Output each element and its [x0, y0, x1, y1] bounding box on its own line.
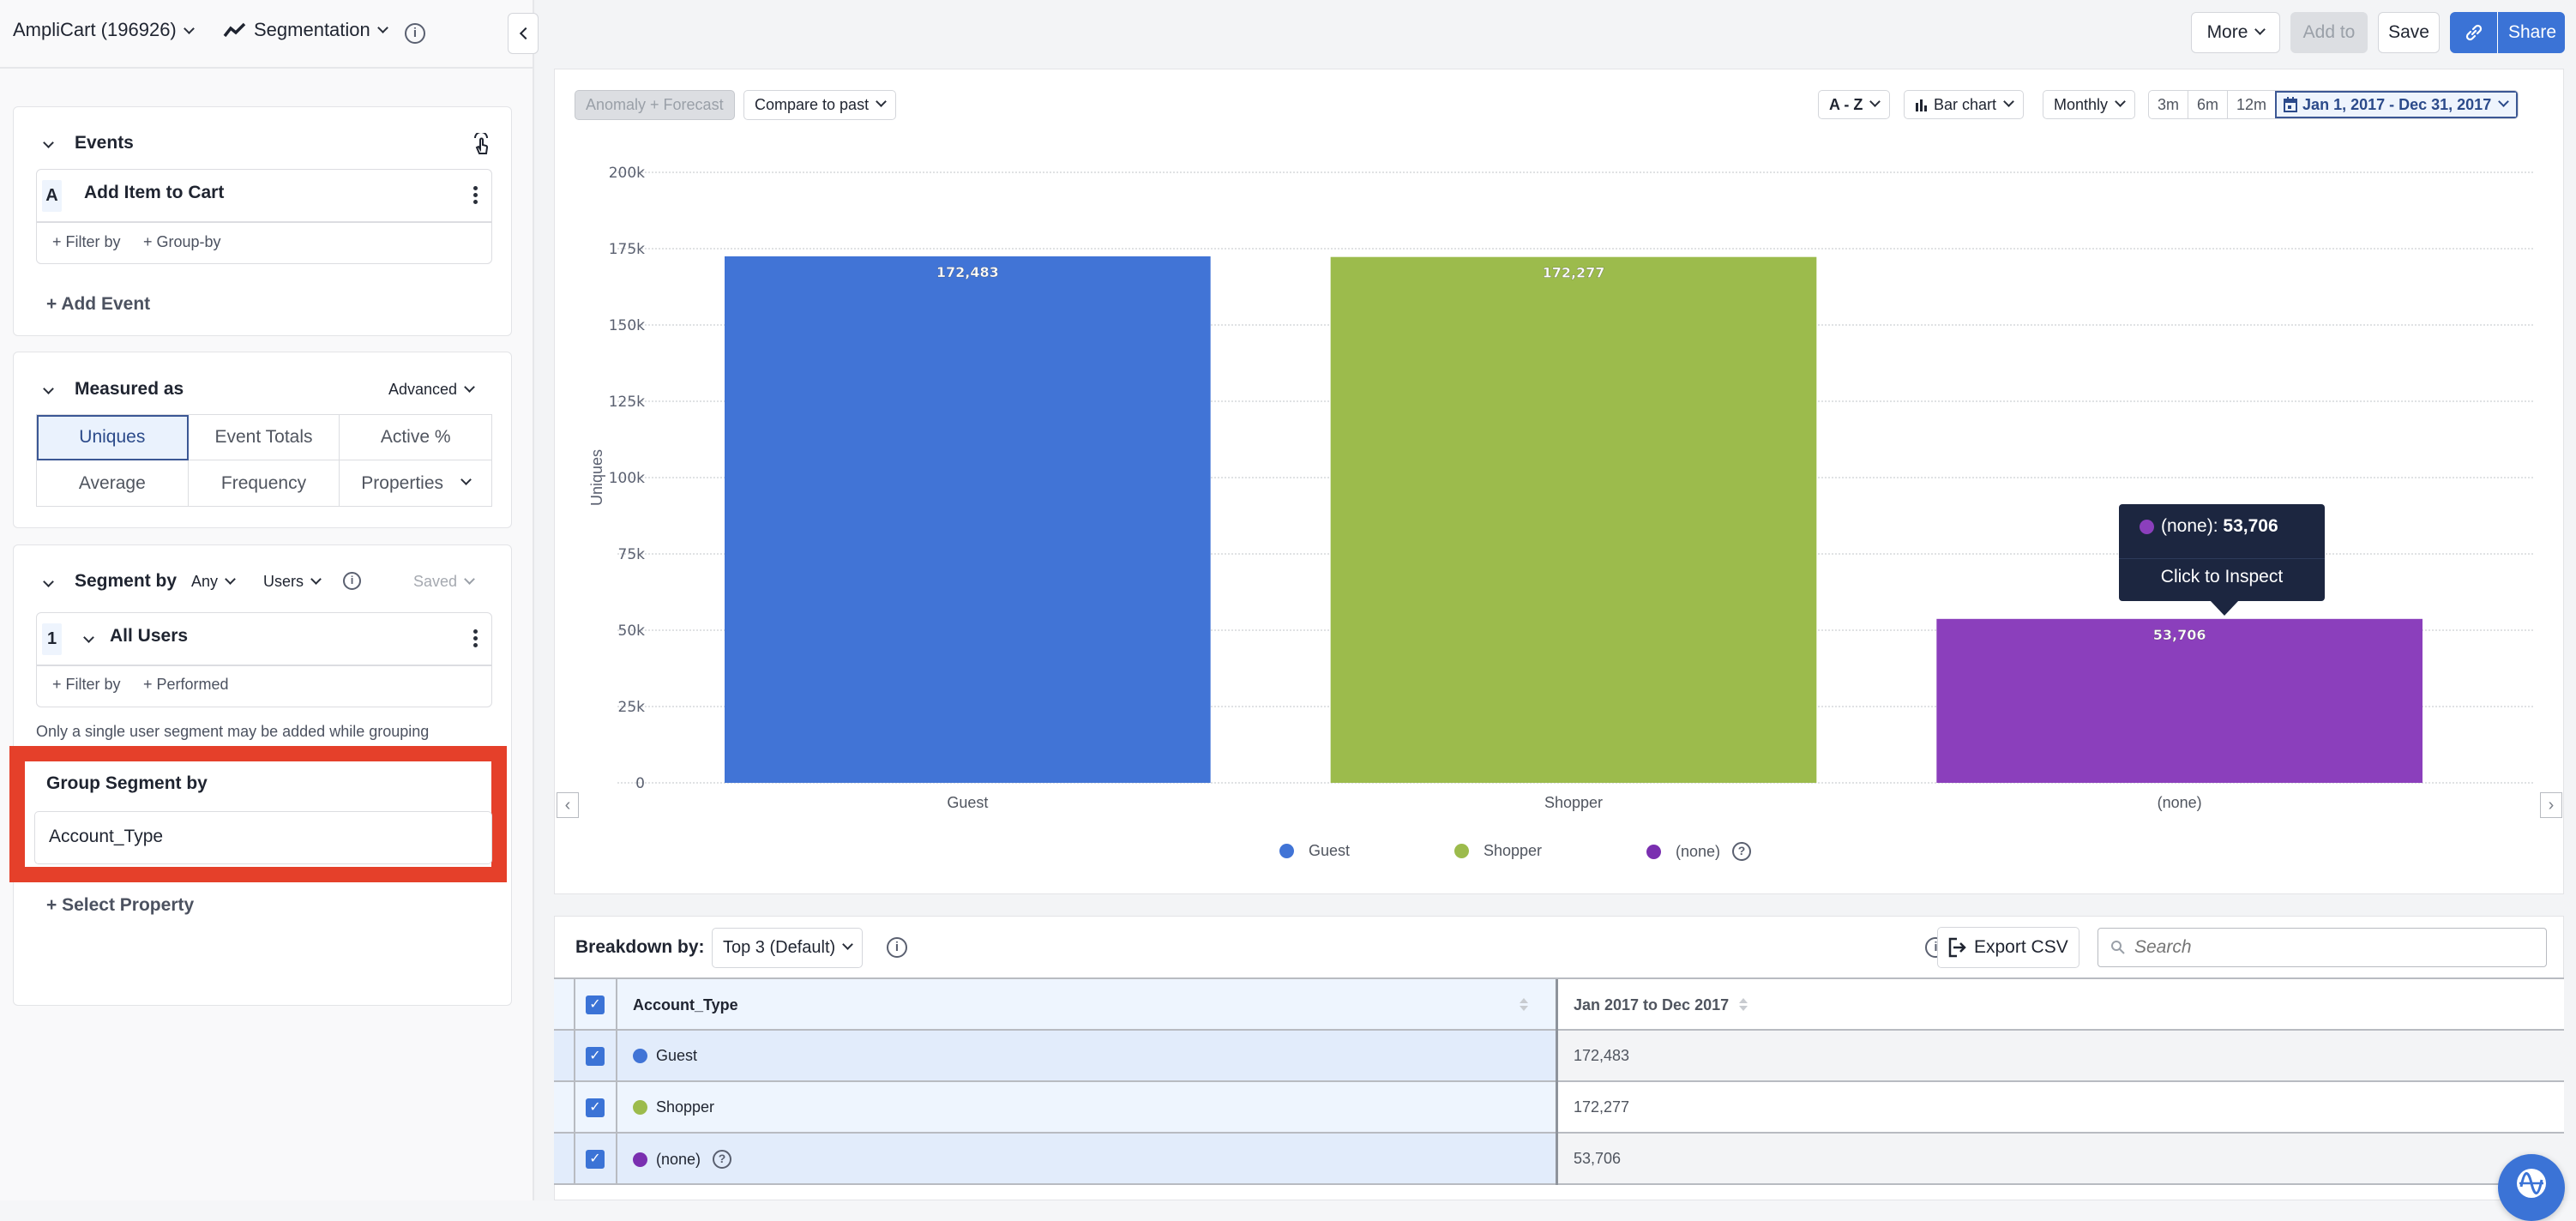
row-name: Shopper	[656, 1098, 715, 1116]
y-axis-label: Uniques	[588, 449, 605, 506]
bar-guest	[725, 256, 1211, 783]
row-color-dot	[633, 1100, 647, 1115]
y-tick-label: 200k	[609, 165, 645, 182]
amplitude-assistant-button[interactable]	[2498, 1154, 2565, 1221]
legend-dot	[1279, 844, 1294, 858]
sort-icon[interactable]	[1520, 998, 1528, 1011]
legend-item-none[interactable]: (none)?	[1646, 842, 1752, 861]
tooltip-color-dot	[2140, 519, 2154, 534]
amplitude-logo-icon	[2517, 1169, 2546, 1198]
export-icon	[1948, 937, 1966, 958]
chart-tooltip[interactable]: (none): 53,706 Click to Inspect	[2119, 504, 2325, 616]
help-icon[interactable]: ?	[713, 1150, 732, 1169]
y-tick-label: 175k	[609, 241, 645, 258]
row-checkbox[interactable]: ✓	[586, 1098, 605, 1117]
export-label: Export CSV	[1974, 937, 2068, 957]
bar-shopper	[1330, 256, 1817, 784]
table-row[interactable]: ✓ (none)? 53,706	[554, 1134, 2564, 1185]
tooltip-label: (none):	[2161, 516, 2218, 536]
y-tick-label: 150k	[609, 317, 645, 334]
y-tick-label: 125k	[609, 394, 645, 411]
bar-value-label: 172,483	[936, 264, 999, 280]
row-value: 172,277	[1574, 1098, 1630, 1116]
y-tick-label: 25k	[618, 699, 646, 716]
row-value: 53,706	[1574, 1150, 1622, 1167]
legend-dot	[1646, 844, 1661, 859]
row-color-dot	[633, 1152, 647, 1167]
table-row[interactable]: ✓ Guest 172,483	[554, 1031, 2564, 1082]
x-tick-label: Shopper	[1544, 794, 1603, 811]
y-tick-label: 50k	[618, 623, 646, 640]
search-icon	[2111, 941, 2125, 954]
tooltip-value: 53,706	[2223, 516, 2278, 536]
help-icon[interactable]: ?	[1732, 842, 1752, 861]
legend-label: (none)	[1676, 842, 1721, 860]
breakdown-label: Breakdown by:	[575, 937, 705, 957]
column-header-date-range[interactable]: Jan 2017 to Dec 2017	[1574, 996, 1729, 1014]
row-checkbox[interactable]: ✓	[586, 1150, 605, 1169]
column-header-account-type[interactable]: Account_Type	[633, 996, 738, 1014]
info-icon[interactable]: i	[887, 937, 907, 958]
tooltip-action[interactable]: Click to Inspect	[2119, 567, 2325, 587]
legend-item-guest[interactable]: Guest	[1279, 842, 1350, 860]
search-input[interactable]	[2134, 935, 2529, 959]
chart-scroll-right-button[interactable]: ›	[2540, 792, 2562, 818]
legend-dot	[1454, 844, 1469, 858]
row-name: Guest	[656, 1047, 698, 1064]
bar-none	[1936, 618, 2423, 783]
y-tick-label: 75k	[618, 546, 646, 563]
table-row[interactable]: ✓ Shopper 172,277	[554, 1082, 2564, 1134]
x-tick-label: Guest	[947, 794, 988, 811]
breakdown-table: ✓ Account_Type Jan 2017 to Dec 2017 ✓ Gu…	[554, 977, 2564, 1188]
legend-item-shopper[interactable]: Shopper	[1454, 842, 1542, 860]
breakdown-selected: Top 3 (Default)	[723, 938, 836, 957]
y-tick-label: 0	[635, 775, 645, 792]
bar-value-label: 172,277	[1543, 265, 1605, 281]
export-csv-button[interactable]: Export CSV	[1937, 927, 2079, 968]
legend-label: Shopper	[1484, 842, 1543, 859]
search-field[interactable]	[2098, 928, 2547, 967]
select-all-checkbox[interactable]: ✓	[586, 995, 605, 1014]
row-color-dot	[633, 1049, 647, 1063]
row-value: 172,483	[1574, 1047, 1630, 1064]
breakdown-dropdown[interactable]: Top 3 (Default)	[712, 928, 864, 968]
legend-label: Guest	[1309, 842, 1351, 859]
tooltip-value-row: (none): 53,706	[2140, 516, 2278, 537]
row-name: (none)	[656, 1150, 701, 1168]
row-checkbox[interactable]: ✓	[586, 1047, 605, 1066]
x-tick-label: (none)	[2158, 794, 2202, 811]
chevron-down-icon	[842, 939, 854, 950]
sort-icon[interactable]	[1739, 998, 1748, 1011]
bar-value-label: 53,706	[2153, 627, 2206, 643]
y-tick-label: 100k	[609, 470, 645, 487]
chart-scroll-left-button[interactable]: ‹	[557, 792, 579, 818]
